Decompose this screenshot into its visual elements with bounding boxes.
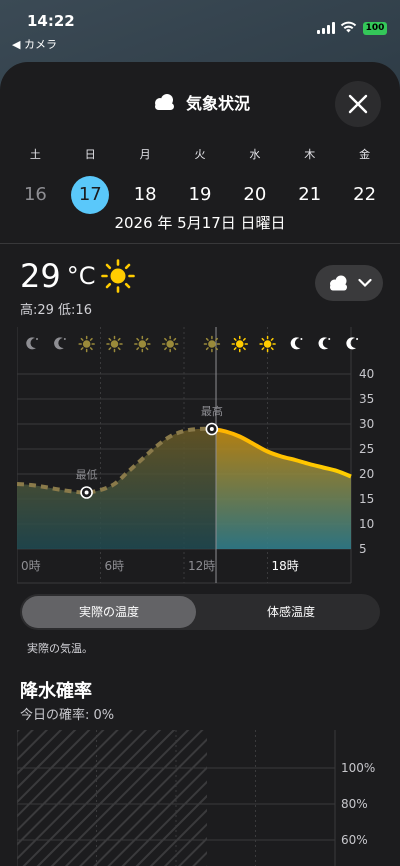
y-tick-label: 30 — [359, 417, 374, 431]
actual-temperature-tab[interactable]: 実際の温度 — [22, 596, 196, 628]
day-16[interactable]: 土 16 — [8, 146, 63, 214]
annotation-point-center — [209, 427, 214, 431]
close-icon — [348, 94, 368, 114]
day-22[interactable]: 金 22 — [337, 146, 392, 214]
y-tick-label: 60% — [341, 833, 368, 847]
sun-icon — [161, 335, 179, 353]
day-21[interactable]: 木 21 — [282, 146, 337, 214]
day-20[interactable]: 水 20 — [227, 146, 282, 214]
status-time: 14:22 — [27, 12, 75, 30]
day-of-week-label: 日 — [84, 148, 96, 161]
feels-like-tab[interactable]: 体感温度 — [204, 596, 378, 628]
annotation-label: 最高 — [201, 404, 223, 418]
cloud-icon — [330, 275, 347, 291]
full-date: 2026 年 5月17日 日曜日 — [114, 214, 286, 232]
status-bar: 14:22 ◀ カメラ 100 — [0, 0, 400, 56]
close-button[interactable] — [335, 81, 381, 127]
sun-icon — [134, 335, 151, 353]
day-picker: 土 16 日 17 月 18 火 19 水 20 木 21 金 22 — [8, 146, 392, 214]
day-19[interactable]: 火 19 — [173, 146, 228, 214]
day-number[interactable]: 19 — [181, 176, 219, 214]
day-of-week-label: 月 — [139, 148, 151, 161]
sun-icon — [78, 335, 95, 353]
y-tick-label: 40 — [359, 367, 374, 381]
annotation-label: 最低 — [76, 469, 98, 482]
day-of-week-label: 金 — [359, 148, 371, 161]
signal-icon — [317, 22, 335, 34]
day-of-week-label: 水 — [249, 148, 261, 161]
annotation-point-center — [84, 490, 89, 495]
divider — [0, 243, 400, 244]
day-of-week-label: 土 — [29, 148, 41, 161]
x-tick-label: 6時 — [105, 559, 125, 573]
day-of-week-label: 木 — [304, 148, 316, 161]
temperature-unit: °C — [66, 262, 96, 290]
sun-icon — [203, 335, 221, 353]
x-tick-label: 12時 — [188, 559, 215, 573]
battery-indicator: 100 — [363, 22, 387, 35]
day-number[interactable]: 16 — [16, 176, 54, 214]
y-tick-label: 100% — [341, 761, 375, 775]
chart-description: 実際の気温。 — [27, 642, 93, 655]
sun-icon — [231, 335, 248, 353]
sun-icon — [101, 259, 136, 293]
day-18[interactable]: 月 18 — [118, 146, 173, 214]
precipitation-subtitle: 今日の確率: 0% — [20, 708, 115, 723]
day-of-week-label: 火 — [194, 148, 206, 161]
y-tick-label: 15 — [359, 492, 374, 506]
day-number[interactable]: 18 — [126, 176, 164, 214]
x-tick-label: 0時 — [21, 559, 41, 573]
day-number[interactable]: 21 — [291, 176, 329, 214]
temperature-mode-toggle: 実際の温度 体感温度 — [20, 594, 380, 630]
y-tick-label: 5 — [359, 542, 367, 556]
cloud-icon — [154, 94, 174, 110]
x-tick-label: 18時 — [272, 559, 299, 573]
day-number[interactable]: 17 — [71, 176, 110, 214]
precipitation-title: 降水確率 — [20, 681, 92, 702]
precipitation-chart[interactable]: 100% 80% 60% — [17, 730, 383, 866]
high-low: 高:29 低:16 — [20, 303, 92, 318]
y-tick-label: 10 — [359, 517, 374, 531]
sun-icon — [106, 335, 123, 353]
sheet-title: 気象状況 — [185, 94, 250, 113]
day-number[interactable]: 20 — [236, 176, 274, 214]
condition-menu-button[interactable] — [315, 265, 383, 301]
y-tick-label: 25 — [359, 442, 374, 456]
past-hatch-area — [17, 730, 207, 866]
sun-icon — [259, 335, 276, 353]
day-17[interactable]: 日 17 — [63, 146, 118, 214]
y-tick-label: 35 — [359, 392, 374, 406]
current-temperature: 29 °C — [20, 257, 136, 295]
y-tick-label: 80% — [341, 797, 368, 811]
back-to-camera-link[interactable]: ◀ カメラ — [12, 36, 57, 52]
day-number[interactable]: 22 — [346, 176, 384, 214]
temperature-value: 29 — [20, 257, 61, 295]
wifi-icon — [340, 21, 357, 33]
chevron-down-icon — [358, 278, 372, 288]
y-tick-label: 20 — [359, 467, 374, 481]
temperature-chart[interactable]: 40 35 30 25 20 15 10 5 0時 6時 12時 18時 最低 最高 — [17, 327, 383, 587]
